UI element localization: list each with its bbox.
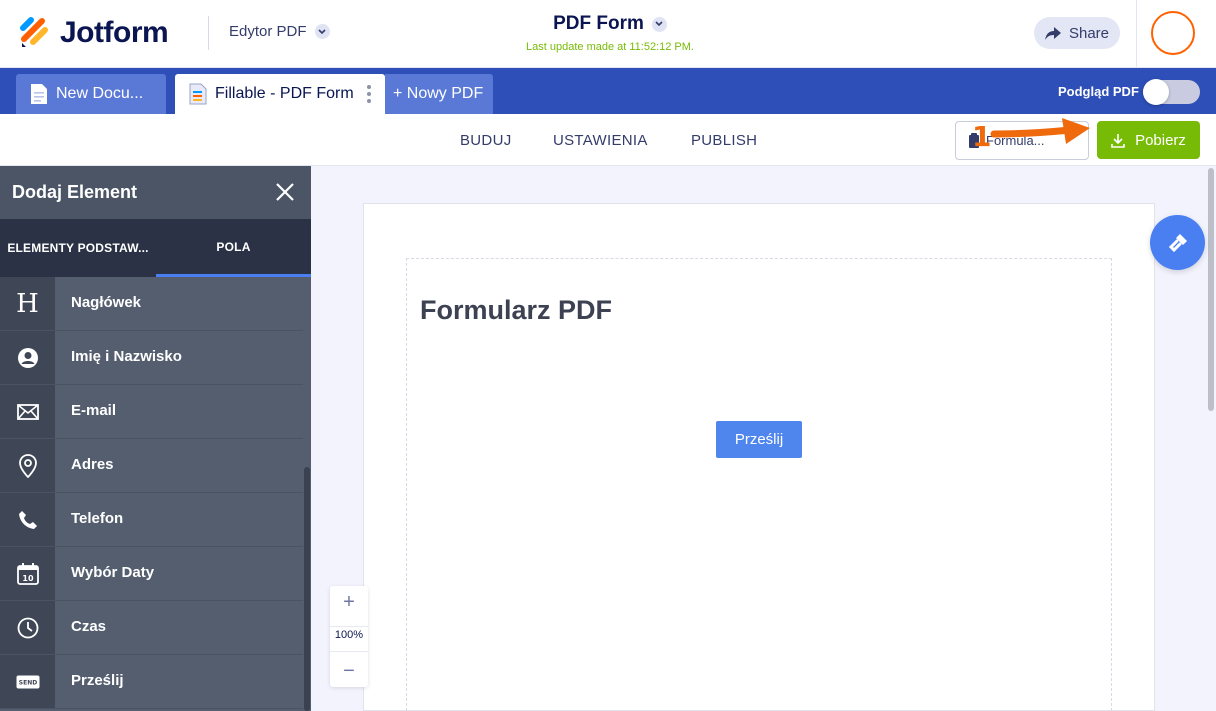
close-icon[interactable] (275, 182, 295, 207)
share-arrow-icon (1044, 26, 1061, 40)
calendar-icon: 10 (0, 547, 55, 600)
panel-tabs: ELEMENTY PODSTAW... POLA (0, 219, 311, 277)
last-update-status: Last update made at 11:52:12 PM. (526, 41, 694, 53)
tab-label: Fillable - PDF Form (215, 85, 354, 102)
element-label: Prześlij (71, 672, 124, 689)
location-pin-icon (0, 439, 55, 492)
svg-text:SEND: SEND (18, 679, 36, 686)
element-date-picker[interactable]: 10 Wybór Daty (0, 547, 303, 601)
element-list: H Nagłówek Imię i Nazwisko E-mail Adres … (0, 277, 303, 709)
share-label: Share (1068, 24, 1110, 42)
zoom-out-button[interactable]: − (330, 655, 368, 687)
share-button[interactable]: Share (1034, 17, 1120, 49)
tab-build[interactable]: BUDUJ (460, 132, 512, 149)
element-submit[interactable]: SEND Prześlij (0, 655, 303, 709)
fillable-document-icon (189, 83, 207, 105)
download-button[interactable]: Pobierz (1097, 121, 1200, 159)
chevron-down-icon (651, 16, 667, 32)
editor-type-dropdown[interactable]: Edytor PDF (229, 23, 330, 40)
element-label: Nagłówek (71, 294, 142, 311)
annotation-arrow-icon (990, 118, 1090, 144)
tab-fillable-pdf-form[interactable]: Fillable - PDF Form (175, 74, 385, 114)
annotation-step-number: 1 (972, 120, 992, 153)
svg-text:10: 10 (22, 574, 34, 583)
chevron-down-icon (314, 24, 330, 39)
paint-roller-icon (1168, 233, 1187, 252)
element-label: Imię i Nazwisko (71, 348, 182, 365)
send-icon: SEND (0, 655, 55, 708)
element-label: E-mail (71, 402, 117, 419)
zoom-in-button[interactable]: + (330, 586, 368, 618)
panel-title: Dodaj Element (12, 182, 138, 202)
avatar[interactable] (1151, 11, 1195, 55)
tab-fields[interactable]: POLA (156, 219, 311, 277)
element-address[interactable]: Adres (0, 439, 303, 493)
more-options-icon[interactable] (367, 85, 371, 103)
tab-publish[interactable]: PUBLISH (691, 132, 757, 149)
document-tabs-bar: New Docu... Fillable - PDF Form + Nowy P… (0, 68, 1216, 114)
document-title-text: PDF Form (553, 13, 644, 34)
brand-name: Jotform (60, 16, 169, 49)
element-label: Adres (71, 456, 114, 473)
pdf-preview-label: Podgląd PDF (1058, 84, 1139, 99)
top-header: Jotform Edytor PDF PDF Form Last update … (0, 0, 1216, 68)
element-email[interactable]: E-mail (0, 385, 303, 439)
add-element-panel: Dodaj Element ELEMENTY PODSTAW... POLA H… (0, 166, 311, 711)
toggle-knob (1143, 79, 1169, 105)
canvas-scrollbar[interactable] (1206, 166, 1216, 711)
element-heading[interactable]: H Nagłówek (0, 277, 303, 331)
scrollbar-thumb[interactable] (1208, 168, 1214, 411)
panel-scrollbar[interactable] (303, 277, 311, 711)
document-title[interactable]: PDF Form (553, 13, 667, 35)
pdf-preview-toggle[interactable] (1143, 79, 1200, 105)
form-heading[interactable]: Formularz PDF (420, 295, 612, 326)
new-pdf-label: + Nowy PDF (393, 85, 484, 102)
tab-new-document[interactable]: New Docu... (16, 74, 166, 114)
zoom-control: + 100% − (330, 586, 368, 687)
panel-header: Dodaj Element (0, 166, 311, 219)
element-label: Telefon (71, 510, 124, 527)
envelope-icon (0, 385, 55, 438)
phone-icon (0, 493, 55, 546)
user-icon (0, 331, 55, 384)
jotform-logo-icon (20, 17, 48, 47)
element-label: Czas (71, 618, 107, 635)
header-divider (208, 16, 209, 50)
tab-settings[interactable]: USTAWIENIA (553, 132, 648, 149)
editor-type-label: Edytor PDF (229, 23, 307, 40)
download-icon (1111, 133, 1125, 148)
element-label: Wybór Daty (71, 564, 155, 581)
tab-label: New Docu... (56, 85, 144, 102)
element-time[interactable]: Czas (0, 601, 303, 655)
download-label: Pobierz (1135, 131, 1186, 149)
scrollbar-thumb[interactable] (304, 467, 310, 711)
new-pdf-button[interactable]: + Nowy PDF (385, 74, 493, 114)
document-icon (31, 84, 47, 104)
jotform-logo[interactable]: Jotform (20, 16, 169, 50)
zoom-level: 100% (330, 626, 368, 652)
document-title-area: PDF Form Last update made at 11:52:12 PM… (490, 13, 730, 53)
jotform-pdf-editor: Jotform Edytor PDF PDF Form Last update … (0, 0, 1216, 711)
header-divider-right (1136, 0, 1137, 68)
clock-icon (0, 601, 55, 654)
heading-icon: H (0, 277, 55, 330)
form-designer-button[interactable] (1150, 215, 1205, 270)
tab-basic-elements[interactable]: ELEMENTY PODSTAW... (0, 219, 156, 277)
submit-button[interactable]: Prześlij (716, 421, 802, 458)
element-full-name[interactable]: Imię i Nazwisko (0, 331, 303, 385)
element-phone[interactable]: Telefon (0, 493, 303, 547)
